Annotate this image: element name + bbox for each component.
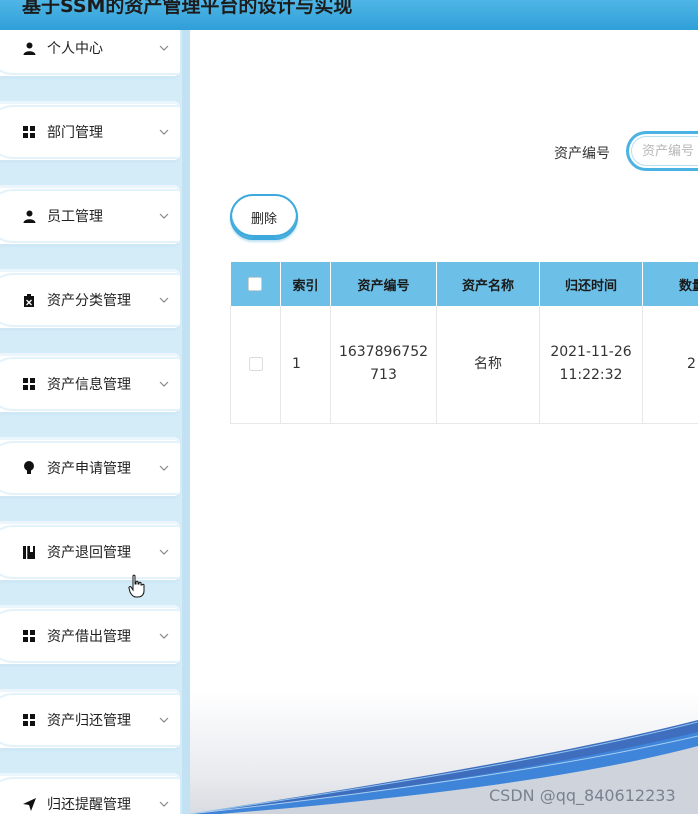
watermark: CSDN @qq_840612233 [489, 786, 676, 805]
chevron-down-icon [159, 129, 169, 135]
sidebar-item-label: 资产归还管理 [47, 713, 131, 729]
top-header: 基于SSM的资产管理平台的设计与实现 [0, 0, 698, 30]
column-header-index: 索引 [280, 262, 331, 306]
chevron-down-icon [159, 45, 169, 51]
sidebar-item-asset-apply[interactable]: 资产申请管理 [0, 437, 180, 499]
sidebar-item-personal-center[interactable]: 个人中心 [0, 30, 180, 79]
user-icon [22, 41, 36, 55]
sidebar: 个人中心 部门管理 员工管理 资产分类管理 资产信息管理 资产申请管理 资产退回… [0, 30, 190, 814]
sidebar-item-label: 个人中心 [47, 41, 103, 57]
row-index: 1 [280, 306, 331, 424]
search-label: 资产编号 [554, 146, 610, 162]
grid-icon [22, 377, 36, 391]
sidebar-item-department[interactable]: 部门管理 [0, 101, 180, 163]
chevron-down-icon [159, 633, 169, 639]
chevron-down-icon [159, 465, 169, 471]
grid-icon [22, 125, 36, 139]
sidebar-item-asset-lend[interactable]: 资产借出管理 [0, 605, 180, 667]
chevron-down-icon [159, 381, 169, 387]
chevron-down-icon [159, 801, 169, 807]
sidebar-item-label: 资产分类管理 [47, 293, 131, 309]
sidebar-item-label: 员工管理 [47, 209, 103, 225]
sidebar-item-label: 部门管理 [47, 125, 103, 141]
search-input[interactable] [626, 131, 698, 171]
sidebar-item-asset-info[interactable]: 资产信息管理 [0, 353, 180, 415]
chevron-down-icon [159, 717, 169, 723]
sidebar-item-label: 资产信息管理 [47, 377, 131, 393]
clipboard-icon [22, 293, 36, 307]
bulb-icon [22, 461, 36, 475]
select-all-cell [230, 262, 281, 306]
chevron-down-icon [159, 297, 169, 303]
row-return-time: 2021-11-26 11:22:32 [539, 306, 643, 424]
sidebar-item-asset-return[interactable]: 资产退回管理 [0, 521, 180, 583]
sidebar-item-label: 资产借出管理 [47, 629, 131, 645]
book-icon [22, 545, 36, 559]
chevron-down-icon [159, 549, 169, 555]
app-title: 基于SSM的资产管理平台的设计与实现 [22, 0, 353, 17]
row-select-cell [230, 306, 281, 424]
delete-button[interactable]: 删除 [230, 194, 298, 240]
chevron-down-icon [159, 213, 169, 219]
table-header-row: 索引 资产编号 资产名称 归还时间 数量 [230, 262, 698, 306]
row-asset-name: 名称 [436, 306, 540, 424]
grid-icon [22, 713, 36, 727]
sidebar-item-label: 归还提醒管理 [47, 797, 131, 813]
user-icon [22, 209, 36, 223]
column-header-return-time: 归还时间 [539, 262, 643, 306]
sidebar-item-employee[interactable]: 员工管理 [0, 185, 180, 247]
sidebar-item-asset-category[interactable]: 资产分类管理 [0, 269, 180, 331]
sidebar-item-return-reminder[interactable]: 归还提醒管理 [0, 773, 180, 814]
sidebar-item-label: 资产申请管理 [47, 461, 131, 477]
column-header-asset-no: 资产编号 [330, 262, 437, 306]
row-checkbox[interactable] [248, 356, 263, 371]
hand-cursor-icon [128, 574, 145, 598]
select-all-checkbox[interactable] [248, 277, 263, 291]
column-header-quantity: 数量 [642, 262, 698, 306]
row-quantity: 2 [642, 306, 698, 424]
grid-icon [22, 629, 36, 643]
table-row[interactable]: 1 1637896752 713 名称 2021-11-26 11:22:32 2 [230, 306, 698, 424]
sidebar-item-asset-giveback[interactable]: 资产归还管理 [0, 689, 180, 751]
send-icon [22, 797, 36, 811]
asset-table: 索引 资产编号 资产名称 归还时间 数量 1 1637896752713 名称 … [230, 262, 698, 424]
row-asset-no: 1637896752 713 [330, 306, 437, 424]
sidebar-item-label: 资产退回管理 [47, 545, 131, 561]
column-header-asset-name: 资产名称 [436, 262, 540, 306]
